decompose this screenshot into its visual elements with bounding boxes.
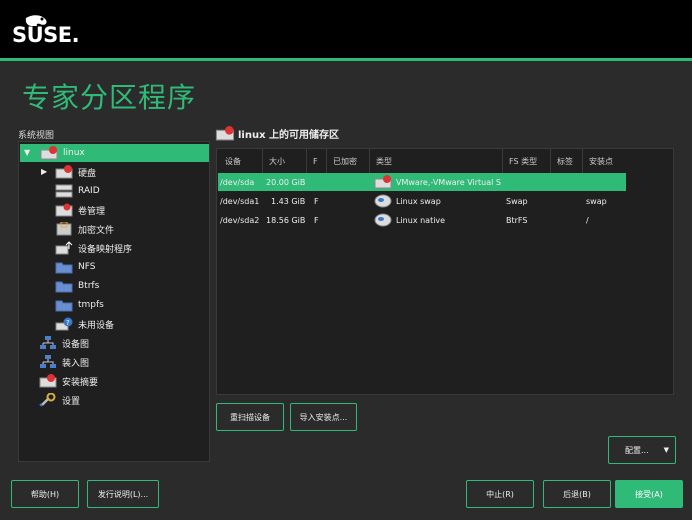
column-header-f[interactable]: F [307,149,327,173]
tree-item-crypt-files[interactable]: 加密文件 [55,220,114,238]
partition-icon [374,211,392,229]
hard-disk-icon [215,126,235,141]
folder-icon [55,259,73,275]
tree-item-device-graph[interactable]: 设备图 [39,334,89,352]
tree-item-label: 加密文件 [78,225,115,236]
tree-item-label: 硬盘 [78,168,97,179]
folder-icon [55,297,73,313]
table-row[interactable]: /dev/sda 20.00 GiB VMware,-VMware Virtua… [218,173,626,191]
tree-item-label: Btrfs [78,281,100,291]
tree-item-label: NFS [78,262,96,272]
dropdown-arrow-icon: ▼ [663,446,669,454]
tree-item-label: RAID [78,186,100,196]
cell-mount-point: / [586,215,589,225]
page-title: 专家分区程序 [22,81,197,114]
install-summary-icon [39,373,57,389]
system-view-tree[interactable]: ▼ linux ▶ 硬盘 RAID 卷管理 加密文件 设备映射程序 NFS Bt… [18,141,210,462]
tree-item-label: 安装摘要 [62,377,99,388]
hard-disk-icon [55,164,73,180]
rescan-devices-button[interactable]: 重扫描设备 [216,403,284,431]
tree-item-label: 设备图 [62,339,90,350]
svg-text:?: ? [66,319,70,327]
expand-arrow-icon[interactable]: ▼ [24,148,30,157]
collapse-arrow-icon[interactable]: ▶ [41,167,47,176]
column-header-fs-type[interactable]: FS 类型 [503,149,551,173]
tree-item-btrfs[interactable]: Btrfs [55,277,99,295]
cell-type: Linux swap [396,196,441,206]
mount-graph-icon [39,354,57,370]
partition-icon [374,192,392,210]
tree-item-label: tmpfs [78,300,104,310]
help-button[interactable]: 帮助(H) [11,480,79,508]
device-mapper-icon [55,240,73,256]
import-mount-points-button[interactable]: 导入安装点... [290,403,357,431]
column-header-label[interactable]: 标签 [551,149,583,173]
cell-size: 1.43 GiB [271,196,306,206]
system-view-label: 系统视图 [18,131,55,141]
column-header-mount-point[interactable]: 安装点 [583,149,625,173]
column-header-size[interactable]: 大小 [263,149,307,173]
table-header: 设备 大小 F 已加密 类型 FS 类型 标签 安装点 [217,149,673,173]
header-accent-line [0,58,692,61]
suse-logo-text: SUSE. [12,23,80,47]
tree-item-label: linux [63,148,85,158]
volume-manager-icon [55,202,73,218]
tree-item-label: 装入图 [62,358,90,369]
cell-f: F [314,196,319,206]
tree-item-linux[interactable]: ▼ linux [20,144,209,162]
raid-icon [55,183,73,199]
tree-item-label: 未用设备 [78,320,115,331]
cell-device: /dev/sda1 [220,196,260,206]
cell-size: 20.00 GiB [266,177,306,187]
cell-size: 18.56 GiB [266,215,306,225]
unused-device-icon: ? [55,316,73,332]
column-header-encrypted[interactable]: 已加密 [327,149,370,173]
tree-item-harddisks[interactable]: ▶ 硬盘 [39,163,96,181]
top-bar: SUSE. [0,0,692,58]
tree-item-installation-summary[interactable]: 安装摘要 [39,372,98,390]
cell-f: F [314,215,319,225]
abort-button[interactable]: 中止(R) [466,480,534,508]
configure-dropdown-button[interactable]: 配置... ▼ [608,436,676,464]
tree-item-mount-graph[interactable]: 装入图 [39,353,89,371]
tree-item-nfs[interactable]: NFS [55,258,95,276]
tree-item-tmpfs[interactable]: tmpfs [55,296,104,314]
settings-wrench-icon [39,392,57,408]
cell-type: Linux native [396,215,446,225]
table-row[interactable]: /dev/sda2 18.56 GiB F Linux native BtrFS… [218,211,626,229]
tree-item-raid[interactable]: RAID [55,182,100,200]
cell-type: VMware,-VMware Virtual S [396,177,501,187]
folder-icon [55,278,73,294]
accept-button[interactable]: 接受(A) [615,480,683,508]
cell-device: /dev/sda [220,177,255,187]
devices-table[interactable]: 设备 大小 F 已加密 类型 FS 类型 标签 安装点 /dev/sda 20.… [216,148,674,395]
configure-label: 配置... [625,445,649,455]
tree-item-device-mapper[interactable]: 设备映射程序 [55,239,132,257]
tree-item-label: 设置 [62,396,81,407]
back-button[interactable]: 后退(B) [543,480,611,508]
cell-fs-type: BtrFS [506,215,528,225]
tree-item-settings[interactable]: 设置 [39,391,80,409]
column-header-device[interactable]: 设备 [219,149,263,173]
cell-fs-type: Swap [506,196,528,206]
release-notes-button[interactable]: 发行说明(L)... [87,480,159,508]
cell-device: /dev/sda2 [220,215,260,225]
column-header-type[interactable]: 类型 [370,149,503,173]
hard-disk-icon [374,173,392,191]
tree-item-label: 卷管理 [78,206,106,217]
device-graph-icon [39,335,57,351]
section-title: linux 上的可用储存区 [215,126,339,141]
section-title-text: linux 上的可用储存区 [238,130,340,141]
table-row[interactable]: /dev/sda1 1.43 GiB F Linux swap Swap swa… [218,192,626,210]
tree-item-volume-management[interactable]: 卷管理 [55,201,105,219]
cell-mount-point: swap [586,196,607,206]
hard-disk-icon [40,145,58,161]
tree-item-unused-devices[interactable]: ? 未用设备 [55,315,114,333]
tree-item-label: 设备映射程序 [78,244,133,255]
crypt-file-icon [55,221,73,237]
